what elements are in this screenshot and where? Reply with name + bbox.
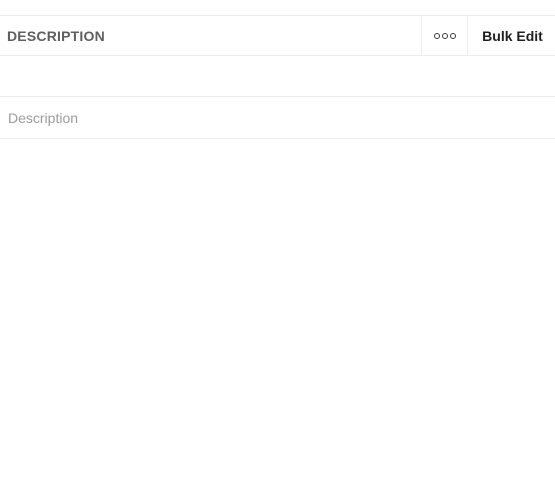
column-title: DESCRIPTION [7,27,105,44]
more-options-button[interactable] [421,16,467,55]
bulk-edit-button[interactable]: Bulk Edit [467,16,555,55]
description-row [0,97,555,139]
description-panel: DESCRIPTION Bulk Edit [0,15,555,139]
description-header: DESCRIPTION Bulk Edit [0,15,555,56]
description-input[interactable] [0,97,555,138]
empty-row [0,56,555,97]
more-horizontal-icon [433,32,456,39]
